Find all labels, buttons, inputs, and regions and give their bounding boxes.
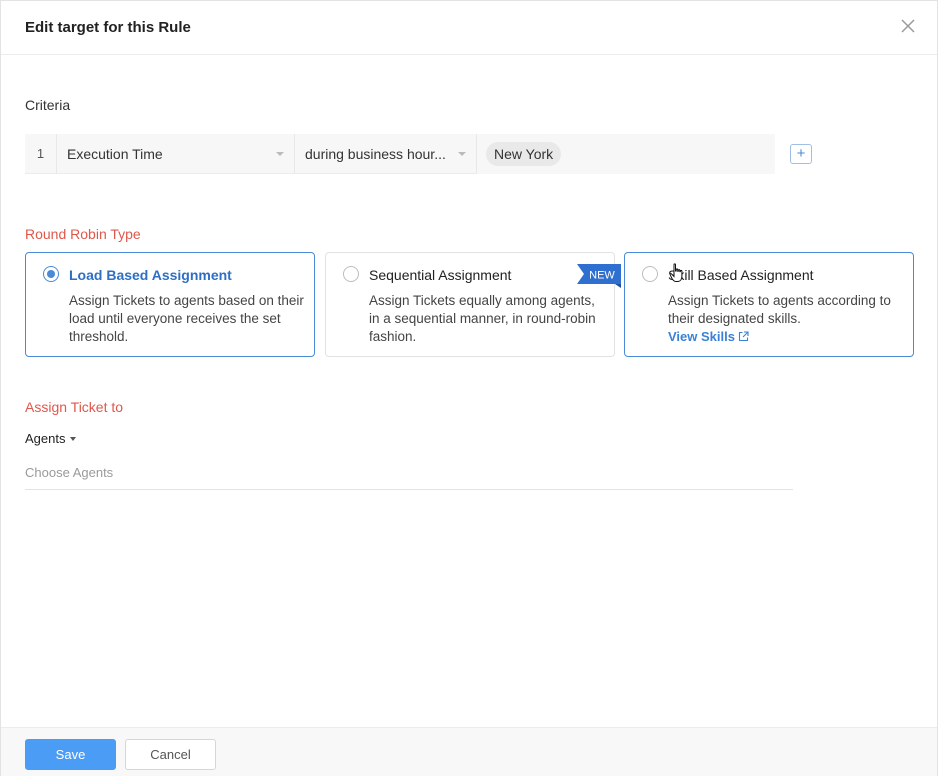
dialog-footer: Save Cancel	[1, 727, 937, 776]
load-based-title: Load Based Assignment	[69, 267, 232, 283]
close-icon[interactable]	[899, 17, 917, 35]
dialog-header: Edit target for this Rule	[1, 1, 937, 55]
view-skills-link[interactable]: View Skills	[668, 328, 749, 347]
criteria-value-tag[interactable]: New York	[486, 142, 562, 166]
criteria-label: Criteria	[25, 97, 71, 113]
save-button[interactable]: Save	[25, 739, 116, 770]
load-based-option-card[interactable]: Load Based Assignment Assign Tickets to …	[25, 252, 315, 357]
round-robin-label: Round Robin Type	[25, 226, 141, 242]
criteria-field-select[interactable]: Execution Time	[57, 134, 295, 174]
sequential-title: Sequential Assignment	[369, 267, 512, 283]
cancel-button[interactable]: Cancel	[125, 739, 216, 770]
criteria-row: 1 Execution Time during business hour...…	[25, 134, 775, 174]
criteria-value-field[interactable]: New York	[477, 134, 775, 174]
sequential-option-card[interactable]: Sequential Assignment Assign Tickets equ…	[325, 252, 615, 357]
criteria-condition-value: during business hour...	[305, 146, 446, 162]
skill-based-title: Skill Based Assignment	[668, 267, 814, 283]
skill-based-desc: Assign Tickets to agents according to th…	[668, 293, 891, 326]
criteria-condition-select[interactable]: during business hour...	[295, 134, 477, 174]
load-based-desc: Assign Tickets to agents based on their …	[69, 293, 304, 344]
skill-based-desc-wrap: Assign Tickets to agents according to th…	[668, 292, 903, 347]
sequential-desc: Assign Tickets equally among agents, in …	[369, 293, 596, 344]
sequential-radio[interactable]	[343, 266, 359, 282]
load-based-radio[interactable]	[43, 266, 59, 282]
plus-icon: +	[796, 145, 806, 162]
hand-pointer-icon	[669, 263, 685, 283]
chevron-down-icon	[458, 152, 466, 156]
new-badge: NEW	[577, 264, 621, 288]
new-badge-label: NEW	[589, 270, 615, 282]
choose-agents-input[interactable]	[25, 456, 793, 490]
assign-ticket-label: Assign Ticket to	[25, 399, 124, 415]
dialog-title: Edit target for this Rule	[25, 19, 191, 36]
chevron-down-icon	[276, 152, 284, 156]
caret-down-icon	[70, 437, 77, 441]
view-skills-label: View Skills	[668, 329, 735, 344]
assign-type-value: Agents	[25, 431, 66, 446]
edit-rule-dialog: Edit target for this Rule Criteria 1 Exe…	[0, 0, 938, 776]
add-criteria-button[interactable]: +	[790, 144, 812, 164]
external-link-icon	[738, 329, 749, 347]
skill-based-option-card[interactable]: Skill Based Assignment Assign Tickets to…	[624, 252, 914, 357]
skill-based-radio[interactable]	[642, 266, 658, 282]
criteria-field-value: Execution Time	[67, 146, 163, 162]
assign-type-dropdown[interactable]: Agents	[25, 431, 77, 446]
criteria-index: 1	[25, 134, 57, 174]
